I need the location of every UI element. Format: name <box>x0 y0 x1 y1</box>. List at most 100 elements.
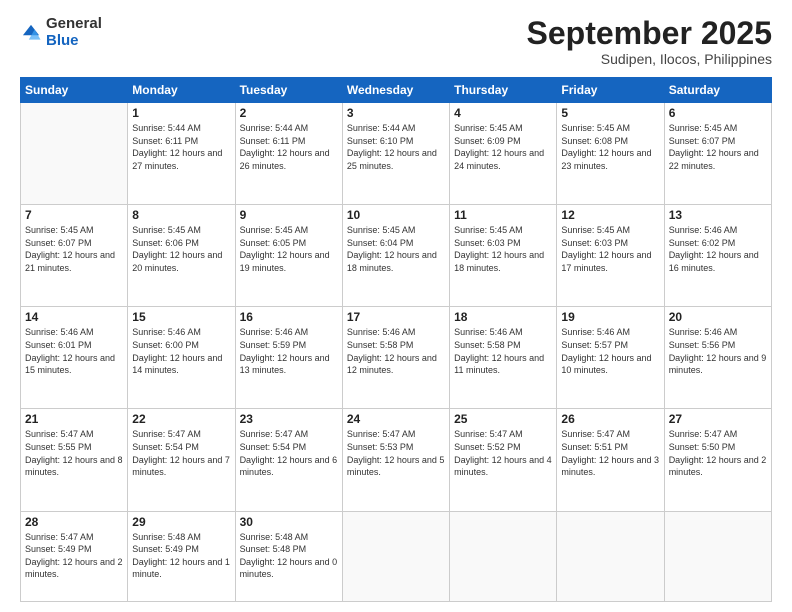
table-row: 2 Sunrise: 5:44 AMSunset: 6:11 PMDaylight… <box>235 103 342 205</box>
day-number: 21 <box>25 412 123 426</box>
cell-info: Sunrise: 5:47 AMSunset: 5:54 PMDaylight:… <box>240 428 338 478</box>
day-number: 10 <box>347 208 445 222</box>
col-wednesday: Wednesday <box>342 78 449 103</box>
table-row: 15Sunrise: 5:46 AMSunset: 6:00 PMDayligh… <box>128 307 235 409</box>
day-number: 13 <box>669 208 767 222</box>
day-number: 17 <box>347 310 445 324</box>
col-friday: Friday <box>557 78 664 103</box>
day-number: 2 <box>240 106 338 120</box>
table-row <box>450 511 557 602</box>
cell-info: Sunrise: 5:45 AMSunset: 6:09 PMDaylight:… <box>454 122 552 172</box>
cell-info: Sunrise: 5:46 AMSunset: 5:58 PMDaylight:… <box>454 326 552 376</box>
cell-info: Sunrise: 5:46 AMSunset: 5:59 PMDaylight:… <box>240 326 338 376</box>
cell-info: Sunrise: 5:45 AMSunset: 6:07 PMDaylight:… <box>25 224 123 274</box>
cell-info: Sunrise: 5:44 AMSunset: 6:10 PMDaylight:… <box>347 122 445 172</box>
day-number: 19 <box>561 310 659 324</box>
table-row: 20Sunrise: 5:46 AMSunset: 5:56 PMDayligh… <box>664 307 771 409</box>
cell-info: Sunrise: 5:46 AMSunset: 5:57 PMDaylight:… <box>561 326 659 376</box>
table-row: 9 Sunrise: 5:45 AMSunset: 6:05 PMDaylight… <box>235 205 342 307</box>
cell-info: Sunrise: 5:44 AMSunset: 6:11 PMDaylight:… <box>240 122 338 172</box>
logo-blue: Blue <box>46 33 102 50</box>
day-number: 28 <box>25 515 123 529</box>
logo-text: General Blue <box>46 16 102 49</box>
table-row <box>21 103 128 205</box>
day-number: 8 <box>132 208 230 222</box>
day-number: 22 <box>132 412 230 426</box>
col-monday: Monday <box>128 78 235 103</box>
cell-info: Sunrise: 5:45 AMSunset: 6:07 PMDaylight:… <box>669 122 767 172</box>
cell-info: Sunrise: 5:47 AMSunset: 5:54 PMDaylight:… <box>132 428 230 478</box>
col-tuesday: Tuesday <box>235 78 342 103</box>
calendar-page: General Blue September 2025 Sudipen, Ilo… <box>0 0 792 612</box>
calendar-header-row: Sunday Monday Tuesday Wednesday Thursday… <box>21 78 772 103</box>
day-number: 3 <box>347 106 445 120</box>
table-row: 29 Sunrise: 5:48 AMSunset: 5:49 PMDayligh… <box>128 511 235 602</box>
cell-info: Sunrise: 5:46 AMSunset: 6:02 PMDaylight:… <box>669 224 767 274</box>
title-block: September 2025 Sudipen, Ilocos, Philippi… <box>527 16 772 67</box>
day-number: 29 <box>132 515 230 529</box>
table-row: 26 Sunrise: 5:47 AMSunset: 5:51 PMDayligh… <box>557 409 664 511</box>
day-number: 7 <box>25 208 123 222</box>
cell-info: Sunrise: 5:46 AMSunset: 6:00 PMDaylight:… <box>132 326 230 376</box>
logo-general: General <box>46 16 102 33</box>
day-number: 18 <box>454 310 552 324</box>
table-row: 5 Sunrise: 5:45 AMSunset: 6:08 PMDaylight… <box>557 103 664 205</box>
cell-info: Sunrise: 5:46 AMSunset: 5:56 PMDaylight:… <box>669 326 767 376</box>
cell-info: Sunrise: 5:46 AMSunset: 5:58 PMDaylight:… <box>347 326 445 376</box>
cell-info: Sunrise: 5:47 AMSunset: 5:53 PMDaylight:… <box>347 428 445 478</box>
table-row: 12 Sunrise: 5:45 AMSunset: 6:03 PMDayligh… <box>557 205 664 307</box>
day-number: 9 <box>240 208 338 222</box>
table-row: 17 Sunrise: 5:46 AMSunset: 5:58 PMDayligh… <box>342 307 449 409</box>
cell-info: Sunrise: 5:45 AMSunset: 6:03 PMDaylight:… <box>561 224 659 274</box>
cell-info: Sunrise: 5:46 AMSunset: 6:01 PMDaylight:… <box>25 326 123 376</box>
col-saturday: Saturday <box>664 78 771 103</box>
cell-info: Sunrise: 5:47 AMSunset: 5:55 PMDaylight:… <box>25 428 123 478</box>
table-row: 3 Sunrise: 5:44 AMSunset: 6:10 PMDaylight… <box>342 103 449 205</box>
calendar-table: Sunday Monday Tuesday Wednesday Thursday… <box>20 77 772 602</box>
day-number: 4 <box>454 106 552 120</box>
cell-info: Sunrise: 5:44 AMSunset: 6:11 PMDaylight:… <box>132 122 230 172</box>
cell-info: Sunrise: 5:45 AMSunset: 6:05 PMDaylight:… <box>240 224 338 274</box>
day-number: 11 <box>454 208 552 222</box>
day-number: 26 <box>561 412 659 426</box>
table-row: 18 Sunrise: 5:46 AMSunset: 5:58 PMDayligh… <box>450 307 557 409</box>
table-row <box>664 511 771 602</box>
table-row: 23 Sunrise: 5:47 AMSunset: 5:54 PMDayligh… <box>235 409 342 511</box>
table-row: 24Sunrise: 5:47 AMSunset: 5:53 PMDayligh… <box>342 409 449 511</box>
logo: General Blue <box>20 16 102 49</box>
table-row: 7 Sunrise: 5:45 AMSunset: 6:07 PMDaylight… <box>21 205 128 307</box>
table-row: 13 Sunrise: 5:46 AMSunset: 6:02 PMDayligh… <box>664 205 771 307</box>
table-row: 30 Sunrise: 5:48 AMSunset: 5:48 PMDayligh… <box>235 511 342 602</box>
cell-info: Sunrise: 5:45 AMSunset: 6:08 PMDaylight:… <box>561 122 659 172</box>
cell-info: Sunrise: 5:47 AMSunset: 5:51 PMDaylight:… <box>561 428 659 478</box>
day-number: 23 <box>240 412 338 426</box>
cell-info: Sunrise: 5:45 AMSunset: 6:06 PMDaylight:… <box>132 224 230 274</box>
table-row <box>557 511 664 602</box>
day-number: 6 <box>669 106 767 120</box>
day-number: 5 <box>561 106 659 120</box>
cell-info: Sunrise: 5:48 AMSunset: 5:49 PMDaylight:… <box>132 531 230 581</box>
table-row: 25 Sunrise: 5:47 AMSunset: 5:52 PMDayligh… <box>450 409 557 511</box>
day-number: 12 <box>561 208 659 222</box>
table-row: 1Sunrise: 5:44 AMSunset: 6:11 PMDaylight… <box>128 103 235 205</box>
table-row: 22 Sunrise: 5:47 AMSunset: 5:54 PMDayligh… <box>128 409 235 511</box>
col-thursday: Thursday <box>450 78 557 103</box>
table-row: 27Sunrise: 5:47 AMSunset: 5:50 PMDayligh… <box>664 409 771 511</box>
table-row: 4 Sunrise: 5:45 AMSunset: 6:09 PMDaylight… <box>450 103 557 205</box>
table-row: 16Sunrise: 5:46 AMSunset: 5:59 PMDayligh… <box>235 307 342 409</box>
cell-info: Sunrise: 5:47 AMSunset: 5:50 PMDaylight:… <box>669 428 767 478</box>
table-row: 8 Sunrise: 5:45 AMSunset: 6:06 PMDaylight… <box>128 205 235 307</box>
table-row: 11 Sunrise: 5:45 AMSunset: 6:03 PMDayligh… <box>450 205 557 307</box>
table-row: 21 Sunrise: 5:47 AMSunset: 5:55 PMDayligh… <box>21 409 128 511</box>
table-row: 14Sunrise: 5:46 AMSunset: 6:01 PMDayligh… <box>21 307 128 409</box>
cell-info: Sunrise: 5:45 AMSunset: 6:04 PMDaylight:… <box>347 224 445 274</box>
month-title: September 2025 <box>527 16 772 51</box>
cell-info: Sunrise: 5:47 AMSunset: 5:52 PMDaylight:… <box>454 428 552 478</box>
cell-info: Sunrise: 5:45 AMSunset: 6:03 PMDaylight:… <box>454 224 552 274</box>
cell-info: Sunrise: 5:47 AMSunset: 5:49 PMDaylight:… <box>25 531 123 581</box>
table-row: 28 Sunrise: 5:47 AMSunset: 5:49 PMDayligh… <box>21 511 128 602</box>
header: General Blue September 2025 Sudipen, Ilo… <box>20 16 772 67</box>
day-number: 25 <box>454 412 552 426</box>
cell-info: Sunrise: 5:48 AMSunset: 5:48 PMDaylight:… <box>240 531 338 581</box>
day-number: 30 <box>240 515 338 529</box>
